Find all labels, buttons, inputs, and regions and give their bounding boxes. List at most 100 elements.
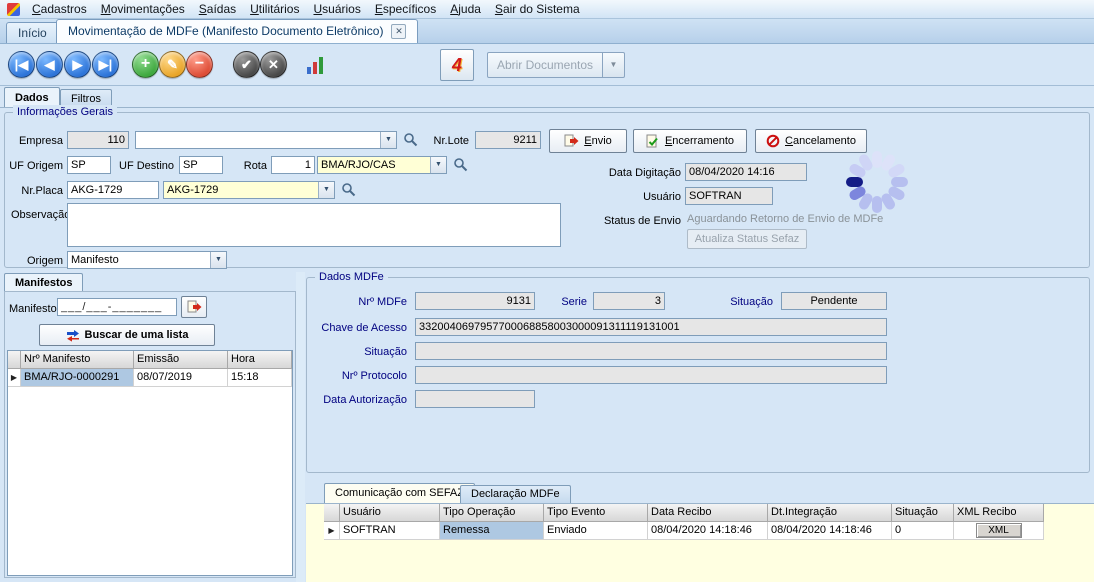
data-digitacao-input[interactable]: [685, 163, 807, 181]
edit-record-button[interactable]: ✎: [159, 51, 186, 78]
app-icon: [7, 3, 20, 16]
cell-tipo-evento[interactable]: Enviado: [544, 522, 648, 540]
tab-mdfe[interactable]: Movimentação de MDFe (Manifesto Document…: [56, 19, 418, 43]
last-record-button[interactable]: ▶|: [92, 51, 119, 78]
manifestos-grid-header: Nrº Manifesto Emissão Hora: [8, 351, 292, 369]
manifestos-grid: Nrº Manifesto Emissão Hora ▶ BMA/RJO-000…: [7, 350, 293, 576]
cell-hora[interactable]: 15:18: [228, 369, 292, 387]
cell-emissao[interactable]: 08/07/2019: [134, 369, 228, 387]
cancel-button[interactable]: ✕: [260, 51, 287, 78]
go-arrow-icon: [187, 300, 202, 314]
header-emissao: Emissão: [134, 351, 228, 369]
search-rota-icon[interactable]: [453, 157, 468, 172]
menu-item-saidas[interactable]: Saídas: [192, 0, 243, 18]
pencil-icon: ✎: [160, 52, 185, 77]
header-xml-recibo: XML Recibo: [954, 504, 1044, 522]
header-tipo-evento: Tipo Evento: [544, 504, 648, 522]
manifesto-go-button[interactable]: [181, 296, 207, 318]
tab-manifestos[interactable]: Manifestos: [4, 273, 83, 292]
uf-destino-input[interactable]: [179, 156, 223, 174]
origem-combo-value: Manifesto: [71, 253, 209, 268]
tab-comunicacao-sefaz[interactable]: Comunicação com SEFAZ: [324, 483, 475, 503]
dados-mdfe-title: Dados MDFe: [315, 270, 388, 284]
rota-combo-value: BMA/RJO/CAS: [321, 158, 429, 173]
sefaz-grid: Usuário Tipo Operação Tipo Evento Data R…: [324, 504, 1044, 540]
cell-situacao[interactable]: 0: [892, 522, 954, 540]
header-tipo-operacao: Tipo Operação: [440, 504, 544, 522]
nr-placa-input[interactable]: [67, 181, 159, 199]
xml-button[interactable]: XML: [976, 523, 1022, 538]
last-icon: ▶|: [93, 52, 118, 77]
abrir-documentos-dropdown[interactable]: ▼: [603, 52, 625, 78]
cell-tipo-operacao[interactable]: Remessa: [440, 522, 544, 540]
buscar-lista-button[interactable]: Buscar de uma lista: [39, 324, 215, 346]
situacao-topo-input[interactable]: [781, 292, 887, 310]
nr-placa-combo[interactable]: AKG-1729 ▼: [163, 181, 335, 199]
search-empresa-icon[interactable]: [403, 132, 418, 147]
cell-dt-integracao[interactable]: 08/04/2020 14:18:46: [768, 522, 892, 540]
cancelamento-label: Cancelamento: [785, 135, 856, 147]
chevron-down-icon[interactable]: ▼: [210, 252, 226, 268]
empresa-input[interactable]: [67, 131, 129, 149]
row-indicator-icon: ▶: [8, 369, 21, 387]
observacao-textarea[interactable]: [67, 203, 561, 247]
nr-mdfe-input[interactable]: [415, 292, 535, 310]
envio-button[interactable]: Envio: [549, 129, 627, 153]
serie-input[interactable]: [593, 292, 665, 310]
cell-usuario[interactable]: SOFTRAN: [340, 522, 440, 540]
uf-origem-input[interactable]: [67, 156, 111, 174]
abrir-documentos-button[interactable]: Abrir Documentos: [487, 52, 603, 78]
close-tab-icon[interactable]: ✕: [391, 24, 406, 39]
cell-nr-manifesto[interactable]: BMA/RJO-0000291: [21, 369, 134, 387]
origem-combo[interactable]: Manifesto ▼: [67, 251, 227, 269]
app-window: Cadastros Movimentações Saídas Utilitári…: [0, 0, 1094, 582]
chevron-down-icon[interactable]: ▼: [380, 132, 396, 148]
menu-item-sair[interactable]: Sair do Sistema: [488, 0, 587, 18]
menu-item-movimentacoes[interactable]: Movimentações: [94, 0, 192, 18]
uf-destino-label: UF Destino: [119, 158, 177, 174]
observacao-label: Observação: [11, 207, 67, 223]
atualiza-status-button[interactable]: Atualiza Status Sefaz: [687, 229, 807, 249]
nr-placa-label: Nr.Placa: [7, 183, 63, 199]
nr-protocolo-input[interactable]: [415, 366, 887, 384]
panel-splitter[interactable]: [296, 272, 305, 582]
menu-item-utilitarios[interactable]: Utilitários: [243, 0, 306, 18]
situacao-input[interactable]: [415, 342, 887, 360]
send-icon: [564, 134, 579, 148]
empresa-combo[interactable]: ▼: [135, 131, 397, 149]
next-icon: ▶: [65, 52, 90, 77]
first-record-button[interactable]: |◀: [8, 51, 35, 78]
cell-data-recibo[interactable]: 08/04/2020 14:18:46: [648, 522, 768, 540]
menubar: Cadastros Movimentações Saídas Utilitári…: [0, 0, 1094, 19]
sefaz-row[interactable]: ▶ SOFTRAN Remessa Enviado 08/04/2020 14:…: [324, 522, 1044, 540]
toolbar: |◀ ◀ ▶ ▶| + ✎ − ✔ ✕ 4 Abrir Documentos ▼: [0, 44, 1094, 86]
report-button[interactable]: 4: [440, 49, 474, 81]
tab-inicio[interactable]: Início: [6, 22, 59, 43]
chevron-down-icon[interactable]: ▼: [430, 157, 446, 173]
chevron-down-icon[interactable]: ▼: [318, 182, 334, 198]
add-record-button[interactable]: +: [132, 51, 159, 78]
data-autorizacao-input[interactable]: [415, 390, 535, 408]
next-record-button[interactable]: ▶: [64, 51, 91, 78]
manifesto-row[interactable]: ▶ BMA/RJO-0000291 08/07/2019 15:18: [8, 369, 292, 387]
dados-mdfe-group: Dados MDFe Nrº MDFe Serie Situação Chave…: [306, 277, 1090, 473]
chave-acesso-input[interactable]: [415, 318, 887, 336]
status-envio-value: Aguardando Retorno de Envio de MDFe: [687, 213, 883, 225]
menu-item-usuarios[interactable]: Usuários: [306, 0, 367, 18]
search-placa-icon[interactable]: [341, 182, 356, 197]
chart-button[interactable]: [298, 49, 332, 81]
rota-combo[interactable]: BMA/RJO/CAS ▼: [317, 156, 447, 174]
menu-item-cadastros[interactable]: Cadastros: [25, 0, 94, 18]
nr-lote-input[interactable]: [475, 131, 541, 149]
delete-record-button[interactable]: −: [186, 51, 213, 78]
rota-input[interactable]: [271, 156, 315, 174]
encerramento-button[interactable]: Encerramento: [633, 129, 747, 153]
prev-record-button[interactable]: ◀: [36, 51, 63, 78]
menu-item-ajuda[interactable]: Ajuda: [443, 0, 488, 18]
tab-declaracao-mdfe[interactable]: Declaração MDFe: [460, 485, 571, 503]
manifesto-mask-input[interactable]: [57, 298, 177, 316]
menu-item-especificos[interactable]: Específicos: [368, 0, 443, 18]
first-icon: |◀: [9, 52, 34, 77]
usuario-input[interactable]: [685, 187, 773, 205]
confirm-button[interactable]: ✔: [233, 51, 260, 78]
